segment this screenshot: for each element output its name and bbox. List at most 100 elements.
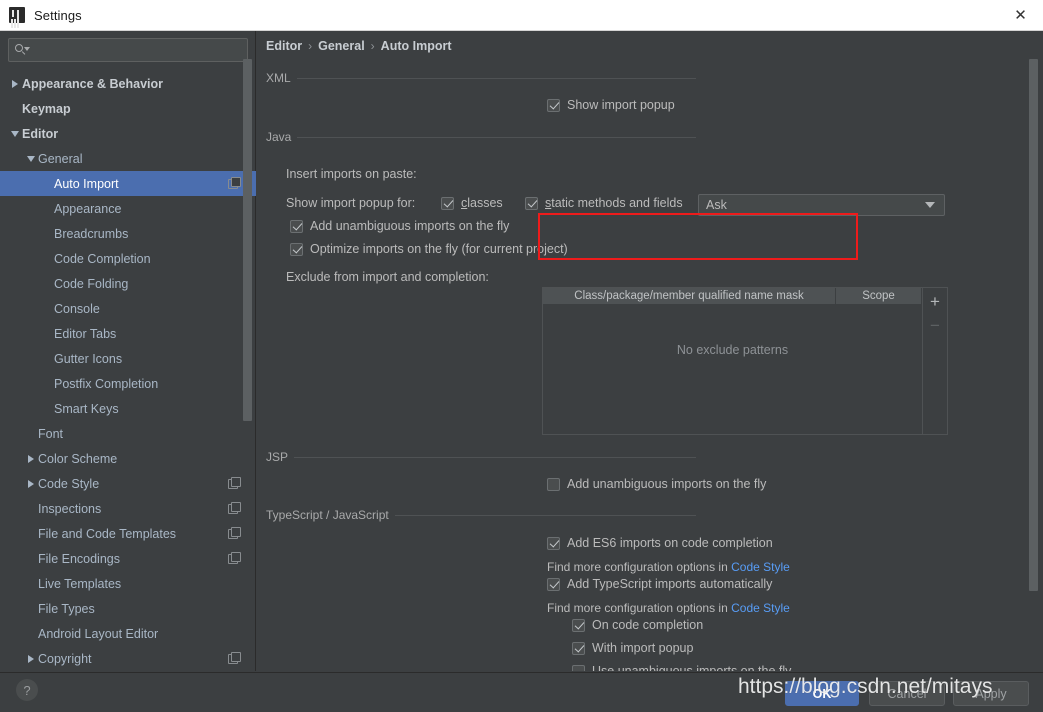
sidebar-item-file-and-code-templates[interactable]: File and Code Templates	[0, 521, 256, 546]
checkbox-add-typescript-imports[interactable]: Add TypeScript imports automatically	[547, 577, 772, 591]
checkbox-box[interactable]	[572, 618, 585, 632]
checkbox-box[interactable]	[572, 641, 585, 655]
sidebar-item-label: File and Code Templates	[38, 526, 177, 541]
chevron-right-icon[interactable]	[24, 654, 38, 663]
checkbox-box[interactable]	[290, 219, 303, 233]
sidebar-item-color-scheme[interactable]: Color Scheme	[0, 446, 256, 471]
sidebar-item-appearance-behavior[interactable]: Appearance & Behavior	[0, 71, 256, 96]
checkbox-optimize-imports-on-the-fly[interactable]: Optimize imports on the fly (for current…	[290, 242, 568, 256]
sidebar-item-inspections[interactable]: Inspections	[0, 496, 256, 521]
chevron-right-icon[interactable]	[24, 479, 38, 488]
add-pattern-button[interactable]: +	[923, 290, 947, 312]
sidebar-item-label: Editor Tabs	[54, 326, 117, 341]
checkbox-box[interactable]	[547, 98, 560, 112]
checkbox-box[interactable]	[572, 664, 585, 671]
search-field[interactable]	[8, 38, 248, 62]
table-header-row: Class/package/member qualified name mask…	[543, 288, 922, 305]
checkbox-classes[interactable]: classes	[441, 196, 503, 210]
sidebar-item-code-completion[interactable]: Code Completion	[0, 246, 256, 271]
sidebar-item-label: Smart Keys	[54, 401, 119, 416]
sidebar-item-editor-tabs[interactable]: Editor Tabs	[0, 321, 256, 346]
checkbox-box[interactable]	[525, 196, 538, 210]
sidebar-item-android-layout-editor[interactable]: Android Layout Editor	[0, 621, 256, 646]
checkbox-box[interactable]	[547, 577, 560, 591]
checkbox-box[interactable]	[547, 536, 560, 550]
sidebar-item-font[interactable]: Font	[0, 421, 256, 446]
sidebar-item-label: Appearance & Behavior	[22, 76, 164, 91]
checkbox-show-import-popup-xml[interactable]: Show import popup	[547, 98, 675, 112]
sidebar-item-code-style[interactable]: Code Style	[0, 471, 256, 496]
checkbox-add-unambiguous-imports-jsp[interactable]: Add unambiguous imports on the fly	[547, 477, 766, 491]
section-title-ts-js: TypeScript / JavaScript	[266, 508, 389, 522]
checkbox-label: Add unambiguous imports on the fly	[310, 219, 510, 233]
checkbox-label: Add unambiguous imports on the fly	[567, 477, 767, 491]
settings-content-pane: Editor › General › Auto Import XML Show …	[257, 31, 1043, 671]
sidebar-item-label: File Types	[38, 601, 95, 616]
show-import-popup-for-label: Show import popup for:	[286, 196, 416, 210]
copy-settings-icon[interactable]	[228, 526, 241, 539]
chevron-right-icon[interactable]	[24, 454, 38, 463]
sidebar-item-smart-keys[interactable]: Smart Keys	[0, 396, 256, 421]
exclude-patterns-table[interactable]: Class/package/member qualified name mask…	[542, 287, 948, 435]
checkbox-box[interactable]	[290, 242, 303, 256]
sidebar-item-label: Copyright	[38, 651, 92, 666]
search-icon[interactable]	[15, 43, 30, 57]
sidebar-scrollbar-thumb[interactable]	[243, 59, 252, 421]
sidebar-item-breadcrumbs[interactable]: Breadcrumbs	[0, 221, 256, 246]
sidebar-item-console[interactable]: Console	[0, 296, 256, 321]
sidebar-item-label: Breadcrumbs	[54, 226, 129, 241]
chevron-right-icon[interactable]	[8, 79, 22, 88]
copy-settings-icon[interactable]	[228, 176, 241, 189]
sidebar-item-appearance[interactable]: Appearance	[0, 196, 256, 221]
sidebar-item-file-encodings[interactable]: File Encodings	[0, 546, 256, 571]
checkbox-with-import-popup[interactable]: With import popup	[572, 641, 693, 655]
chevron-down-icon[interactable]	[24, 155, 38, 162]
copy-settings-icon[interactable]	[228, 501, 241, 514]
content-scrollbar-thumb[interactable]	[1029, 59, 1038, 591]
breadcrumb-item-1[interactable]: General	[318, 39, 365, 53]
sidebar-item-editor[interactable]: Editor	[0, 121, 256, 146]
close-icon[interactable]: ✕	[998, 0, 1043, 30]
column-header-mask[interactable]: Class/package/member qualified name mask	[543, 288, 836, 305]
sidebar-item-postfix-completion[interactable]: Postfix Completion	[0, 371, 256, 396]
search-input[interactable]	[29, 43, 247, 57]
sidebar-item-general[interactable]: General	[0, 146, 256, 171]
table-body-area[interactable]: Class/package/member qualified name mask…	[543, 288, 923, 434]
copy-settings-icon[interactable]	[228, 551, 241, 564]
code-style-link[interactable]: Code Style	[731, 560, 790, 574]
chevron-down-icon[interactable]	[8, 130, 22, 137]
sidebar-item-label: Gutter Icons	[54, 351, 123, 366]
sidebar-item-auto-import[interactable]: Auto Import	[0, 171, 256, 196]
sidebar-item-label: General	[38, 151, 83, 166]
checkbox-label: Use unambiguous imports on the fly	[592, 664, 792, 671]
help-button[interactable]: ?	[16, 679, 38, 701]
column-header-scope[interactable]: Scope	[836, 288, 922, 305]
checkbox-add-es6-imports[interactable]: Add ES6 imports on code completion	[547, 536, 773, 550]
sidebar-item-file-types[interactable]: File Types	[0, 596, 256, 621]
intellij-idea-icon	[9, 7, 25, 23]
checkbox-static-methods-and-fields[interactable]: static methods and fields	[525, 196, 683, 210]
checkbox-box[interactable]	[441, 196, 454, 210]
section-divider	[294, 456, 696, 458]
checkbox-use-unambiguous-imports-clipped[interactable]: Use unambiguous imports on the fly	[572, 664, 791, 671]
checkbox-add-unambiguous-imports-java[interactable]: Add unambiguous imports on the fly	[290, 219, 509, 233]
checkbox-on-code-completion[interactable]: On code completion	[572, 618, 703, 632]
breadcrumb-separator: ›	[308, 39, 313, 53]
sidebar-item-gutter-icons[interactable]: Gutter Icons	[0, 346, 256, 371]
code-style-link[interactable]: Code Style	[731, 601, 790, 615]
sidebar-item-live-templates[interactable]: Live Templates	[0, 571, 256, 596]
insert-imports-label: Insert imports on paste:	[286, 167, 417, 181]
checkbox-box[interactable]	[547, 477, 560, 491]
copy-settings-icon[interactable]	[228, 651, 241, 664]
copy-settings-icon[interactable]	[228, 476, 241, 489]
sidebar-item-code-folding[interactable]: Code Folding	[0, 271, 256, 296]
sidebar-item-keymap[interactable]: Keymap	[0, 96, 256, 121]
insert-imports-on-paste-select[interactable]: Ask	[698, 194, 945, 216]
sidebar-item-copyright[interactable]: Copyright	[0, 646, 256, 671]
breadcrumb: Editor › General › Auto Import	[266, 39, 452, 53]
hint-text: Find more configuration options in	[547, 560, 732, 574]
settings-tree[interactable]: Appearance & Behavior Keymap Editor General…	[0, 71, 256, 671]
chevron-down-icon[interactable]	[925, 202, 935, 208]
breadcrumb-item-0[interactable]: Editor	[266, 39, 302, 53]
section-typescript-javascript: TypeScript / JavaScript	[266, 508, 696, 522]
